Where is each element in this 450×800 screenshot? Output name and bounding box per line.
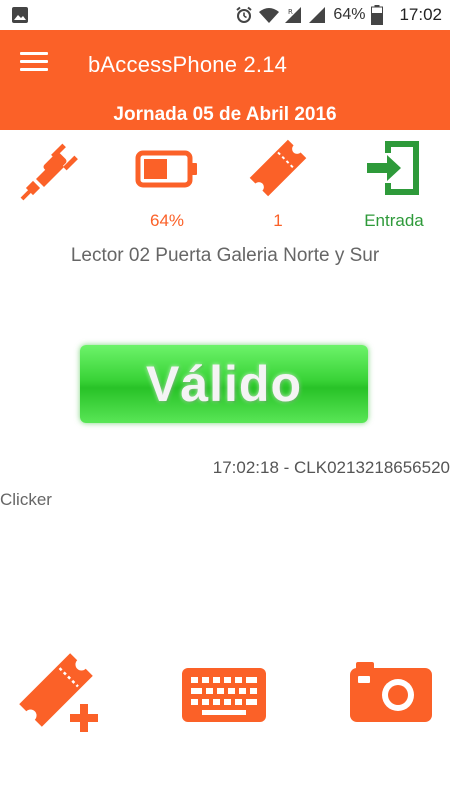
power-indicator[interactable]	[8, 135, 98, 231]
reader-name: Lector 02 Puerta Galeria Norte y Sur	[70, 245, 380, 266]
scan-info: 17:02:18 - CLK0213218656520	[212, 458, 450, 477]
mode-label: Clicker	[0, 490, 52, 509]
entrance-icon	[367, 141, 419, 195]
session-date: Jornada 05 de Abril 2016	[113, 104, 337, 125]
entrance-indicator[interactable]: Entrada	[349, 135, 439, 231]
indicator-row: 64% 1 Entrada	[0, 135, 450, 235]
ticket-icon	[249, 139, 307, 197]
signal-icon-2	[309, 7, 326, 23]
battery-label: 64%	[149, 211, 185, 230]
bottom-actions	[0, 650, 450, 740]
power-label	[8, 211, 98, 231]
alarm-icon	[236, 6, 253, 23]
camera-icon	[350, 662, 432, 722]
keyboard-icon	[182, 668, 266, 722]
svg-text:R: R	[288, 8, 293, 16]
add-ticket-icon	[19, 653, 98, 732]
entrance-label: Entrada	[364, 211, 424, 230]
ticket-count: 1	[273, 211, 283, 230]
plug-icon	[20, 143, 78, 201]
battery-icon	[371, 5, 384, 25]
battery-percent: 64%	[333, 6, 366, 23]
menu-icon[interactable]	[20, 52, 48, 76]
validation-result: Válido	[80, 345, 368, 423]
wifi-icon	[259, 8, 280, 23]
signal-icon: R	[285, 7, 302, 23]
keyboard-button[interactable]	[182, 668, 266, 727]
battery-indicator[interactable]: 64%	[122, 135, 212, 231]
add-ticket-button[interactable]	[16, 650, 106, 743]
battery-icon	[135, 150, 197, 188]
app-bar: bAccessPhone 2.14 Jornada 05 de Abril 20…	[0, 30, 450, 130]
status-time: 17:02	[399, 5, 442, 24]
camera-button[interactable]	[350, 662, 432, 727]
image-icon	[12, 7, 28, 23]
ticket-indicator[interactable]: 1	[233, 135, 323, 231]
status-bar: R 64% 17:02	[0, 0, 450, 30]
app-title: bAccessPhone 2.14	[88, 52, 288, 77]
